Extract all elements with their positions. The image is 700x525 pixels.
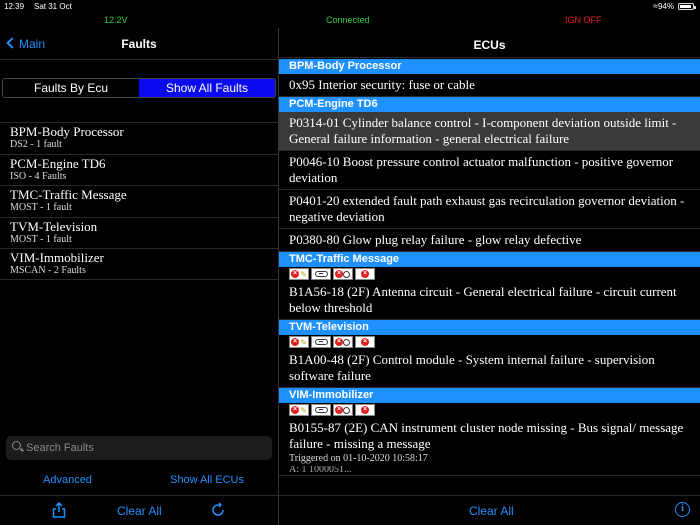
list-item[interactable]: TVM-Television MOST - 1 fault [0, 216, 278, 249]
ecu-name: BPM-Body Processor [10, 124, 124, 139]
ecu-name: TVM-Television [10, 218, 98, 234]
cancel-icon[interactable]: × [355, 268, 375, 280]
ecu-fault-count: ISO - 4 Faults [10, 170, 67, 182]
clear-all-button[interactable]: Clear All [117, 504, 162, 518]
advanced-button[interactable]: Advanced [43, 474, 92, 486]
info-icon[interactable]: i [675, 502, 690, 517]
date: Sat 31 Oct [34, 2, 72, 11]
view-mode-segmented-control: Faults By Ecu Show All Faults [2, 78, 276, 98]
fault-row[interactable]: B1A00-48 (2F) Control module - System in… [279, 349, 700, 388]
clear-fault-icon[interactable]: × ✎ [289, 336, 309, 348]
clear-all-ecus-button[interactable]: Clear All [469, 504, 514, 518]
link-icon[interactable] [311, 268, 331, 280]
ecu-list: BPM-Body Processor DS2 - 1 fault PCM-Eng… [0, 122, 278, 280]
status-bar: 12:39 Sat 31 Oct ≈ 94% [0, 0, 700, 14]
left-toolbar: Clear All [0, 495, 278, 525]
ecu-fault-count: MSCAN - 2 Faults [10, 265, 86, 276]
link-icon[interactable] [311, 336, 331, 348]
section-header-bpm: BPM-Body Processor [279, 59, 700, 74]
fault-text: B0155-87 (2E) CAN instrument cluster nod… [289, 420, 684, 451]
ecu-name: VIM-Immobilizer [10, 250, 104, 265]
section-header-vim: VIM-Immobilizer [279, 388, 700, 403]
fault-icons-row: × ✎ × × [279, 403, 700, 417]
search-input[interactable] [26, 439, 266, 457]
list-item[interactable]: PCM-Engine TD6 ISO - 4 Faults [0, 153, 278, 186]
battery-percent: 94% [657, 2, 674, 11]
clear-fault-icon[interactable]: × ✎ [289, 268, 309, 280]
fault-list[interactable]: BPM-Body Processor 0x95 Interior securit… [279, 59, 700, 493]
fault-row[interactable]: B1A56-18 (2F) Antenna circuit - General … [279, 281, 700, 320]
fault-row[interactable]: P0380-80 Glow plug relay failure - glow … [279, 229, 700, 252]
section-header-pcm: PCM-Engine TD6 [279, 97, 700, 112]
fault-icons-row: × ✎ × × [279, 267, 700, 281]
fault-row[interactable]: B0155-87 (2E) CAN instrument cluster nod… [279, 417, 700, 476]
fault-detail-cut: A: 1 1000051... [289, 466, 352, 472]
list-item[interactable]: VIM-Immobilizer MSCAN - 2 Faults [0, 248, 278, 280]
right-toolbar: Clear All i [279, 495, 700, 525]
no-power-icon[interactable]: × [333, 404, 353, 416]
connection-status: Connected [326, 15, 370, 25]
link-icon[interactable] [311, 404, 331, 416]
vehicle-info-bar: 12.2V Connected IGN OFF [0, 14, 700, 28]
list-item[interactable]: BPM-Body Processor DS2 - 1 fault [0, 122, 278, 154]
segment-show-all-faults[interactable]: Show All Faults [139, 79, 275, 97]
ecus-panel: ECUs BPM-Body Processor 0x95 Interior se… [279, 28, 700, 525]
list-item[interactable]: TMC-Traffic Message MOST - 1 fault [0, 185, 278, 217]
refresh-icon[interactable] [210, 502, 226, 518]
fault-row[interactable]: 0x95 Interior security: fuse or cable [279, 74, 700, 97]
ecu-fault-count: MOST - 1 fault [10, 233, 72, 245]
ecus-nav-bar: ECUs [279, 28, 700, 58]
segment-faults-by-ecu[interactable]: Faults By Ecu [3, 79, 139, 97]
page-title: Faults [121, 37, 157, 51]
no-power-icon[interactable]: × [333, 336, 353, 348]
cancel-icon[interactable]: × [355, 336, 375, 348]
search-icon [12, 441, 21, 450]
clock: 12:39 [4, 2, 25, 11]
voltage-readout: 12.2V [104, 15, 128, 25]
clear-fault-icon[interactable]: × ✎ [289, 404, 309, 416]
ecu-fault-count: DS2 - 1 fault [10, 139, 62, 150]
left-links: Advanced Show All ECUs [0, 472, 278, 488]
section-header-tvm: TVM-Television [279, 320, 700, 335]
fault-row[interactable]: P0046-10 Boost pressure control actuator… [279, 151, 700, 190]
ecu-name: PCM-Engine TD6 [10, 155, 106, 171]
fault-icons-row: × ✎ × × [279, 335, 700, 349]
search-bar [6, 436, 272, 460]
ecus-title: ECUs [473, 38, 506, 52]
fault-row[interactable]: P0401-20 extended fault path exhaust gas… [279, 190, 700, 229]
battery-icon [678, 3, 696, 10]
share-icon[interactable] [52, 502, 66, 518]
show-all-ecus-button[interactable]: Show All ECUs [170, 474, 244, 486]
ecu-fault-count: MOST - 1 fault [10, 202, 72, 213]
fault-triggered-time: Triggered on 01-10-2020 10:58:17 [289, 453, 428, 464]
ignition-status: IGN OFF [565, 15, 602, 25]
faults-panel: Main Faults Faults By Ecu Show All Fault… [0, 28, 278, 525]
no-power-icon[interactable]: × [333, 268, 353, 280]
cancel-icon[interactable]: × [355, 404, 375, 416]
ecu-name: TMC-Traffic Message [10, 187, 127, 202]
faults-nav-bar: Main Faults [0, 28, 278, 60]
fault-row-selected[interactable]: P0314-01 Cylinder balance control - I-co… [279, 112, 700, 151]
section-header-tmc: TMC-Traffic Message [279, 252, 700, 267]
